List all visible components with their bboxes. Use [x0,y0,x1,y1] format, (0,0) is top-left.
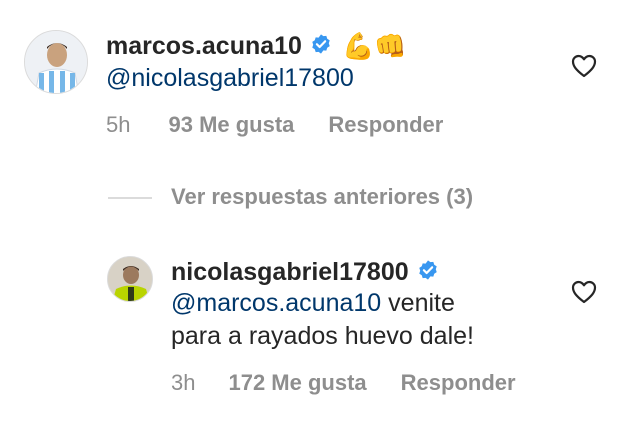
comment-2-username[interactable]: nicolasgabriel17800 [171,258,409,287]
verified-badge-icon [310,33,332,60]
comment-2-line-2: para a rayados huevo dale! [171,322,474,350]
comment-2-time: 3h [171,370,196,395]
comment-1-reply-button[interactable]: Responder [328,112,443,138]
like-heart-icon[interactable] [571,54,597,83]
avatar-image-marcos [25,31,87,93]
comment-1-meta: 5h 93 Me gusta Responder [106,112,443,138]
view-previous-replies-button[interactable]: Ver respuestas anteriores (3) [171,184,473,210]
like-heart-icon[interactable] [571,280,597,309]
replies-divider [108,197,152,199]
comment-1-header: marcos.acuna10 💪👊 [106,28,407,64]
avatar-marcos[interactable] [24,30,88,94]
avatar-image-nicolas [108,257,152,301]
comment-2-likes[interactable]: 172 Me gusta [228,370,366,396]
comment-1-time: 5h [106,112,131,137]
comment-2-body: @marcos.acuna10 venite para a rayados hu… [171,287,474,353]
comment-1-mention[interactable]: @nicolasgabriel17800 [106,64,354,92]
comment-2-mention[interactable]: @marcos.acuna10 [171,289,381,317]
verified-badge-icon [417,259,439,286]
comment-1-body: @nicolasgabriel17800 [106,62,354,95]
comment-1-username[interactable]: marcos.acuna10 [106,32,302,61]
comment-2-line-1: @marcos.acuna10 venite [171,287,474,320]
comment-2-reply-button[interactable]: Responder [401,370,516,396]
avatar-nicolas[interactable] [107,256,153,302]
comment-2-meta: 3h 172 Me gusta Responder [171,370,516,396]
comment-1-emojis: 💪👊 [341,30,407,61]
comment-1-likes[interactable]: 93 Me gusta [168,112,294,138]
comment-2-header: nicolasgabriel17800 [171,254,439,290]
comment-2-text: venite [381,289,455,317]
